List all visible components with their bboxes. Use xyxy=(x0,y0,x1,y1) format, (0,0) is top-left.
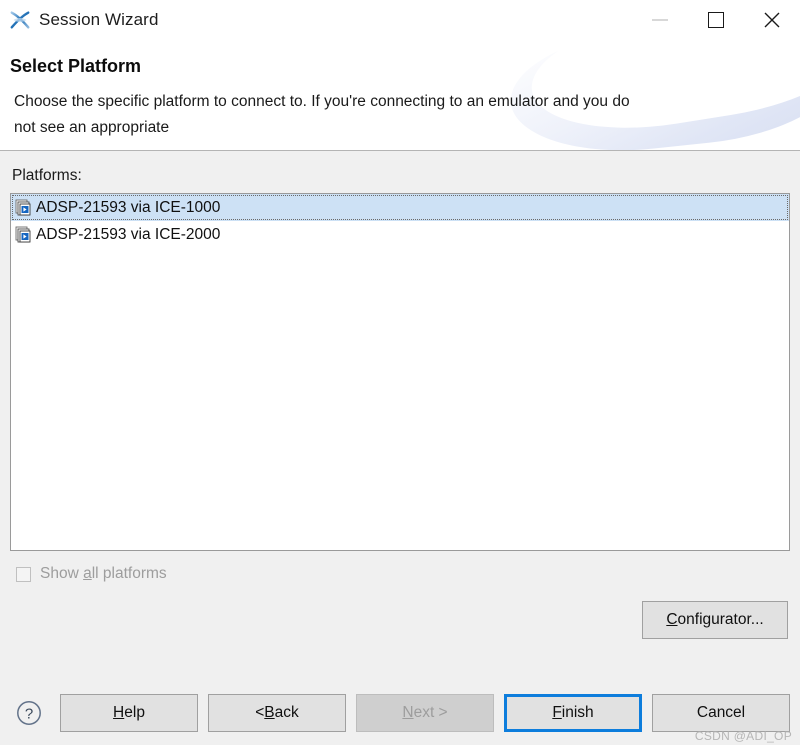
help-mnemonic: H xyxy=(113,704,125,721)
configurator-row: Configurator... xyxy=(10,601,790,639)
configurator-label: onfigurator... xyxy=(677,611,764,628)
platform-icon xyxy=(15,226,31,242)
cancel-label: Cancel xyxy=(696,704,746,721)
title-bar: Session Wizard xyxy=(0,0,800,40)
configurator-mnemonic: C xyxy=(666,611,678,628)
back-mnemonic: B xyxy=(264,704,275,721)
finish-button[interactable]: Finish xyxy=(504,694,642,732)
watermark: CSDN @ADI_OP xyxy=(694,729,792,743)
show-all-platforms-row[interactable]: Show all platforms xyxy=(16,565,790,583)
list-item-label: ADSP-21593 via ICE-1000 xyxy=(36,198,221,216)
window-title: Session Wizard xyxy=(39,10,159,29)
list-item-label: ADSP-21593 via ICE-2000 xyxy=(36,225,221,243)
session-wizard-dialog: Session Wizard Select Platform Choose th… xyxy=(0,0,800,745)
finish-mnemonic: F xyxy=(552,704,562,721)
svg-text:?: ? xyxy=(25,705,33,722)
dialog-footer: ? Help < Back Next > Finish Cancel CSDN … xyxy=(0,681,800,745)
page-description: Choose the specific platform to connect … xyxy=(14,93,630,136)
next-label-after: ext > xyxy=(413,704,448,721)
configurator-button[interactable]: Configurator... xyxy=(642,601,788,639)
next-mnemonic: N xyxy=(402,704,414,721)
minimize-icon xyxy=(652,19,668,21)
show-all-platforms-label: Show all platforms xyxy=(40,565,167,583)
crosscore-x-icon xyxy=(10,11,30,29)
close-button[interactable] xyxy=(744,0,800,40)
back-label-after: ack xyxy=(274,704,299,721)
platforms-label: Platforms: xyxy=(12,167,82,184)
maximize-icon xyxy=(708,12,724,28)
show-all-label-before: Show xyxy=(40,565,84,582)
maximize-button[interactable] xyxy=(688,0,744,40)
close-icon xyxy=(764,12,780,28)
show-all-mnemonic: a xyxy=(83,565,92,582)
minimize-button[interactable] xyxy=(632,0,688,40)
finish-label-after: inish xyxy=(561,704,594,721)
dialog-header: Session Wizard Select Platform Choose th… xyxy=(0,0,800,151)
question-mark-icon[interactable]: ? xyxy=(16,700,42,726)
platform-icon xyxy=(15,199,31,215)
page-title: Select Platform xyxy=(10,56,142,76)
window-controls xyxy=(632,0,800,40)
list-item[interactable]: ADSP-21593 via ICE-2000 xyxy=(11,221,789,248)
dialog-body: Platforms: ADSP-21593 via ICE-1000 ADSP-… xyxy=(0,151,800,681)
next-button: Next > xyxy=(356,694,494,732)
cancel-button[interactable]: Cancel xyxy=(652,694,790,732)
platforms-list[interactable]: ADSP-21593 via ICE-1000 ADSP-21593 via I… xyxy=(10,193,790,551)
list-item[interactable]: ADSP-21593 via ICE-1000 xyxy=(11,194,789,221)
show-all-label-after: ll platforms xyxy=(91,565,167,582)
show-all-platforms-checkbox[interactable] xyxy=(16,566,31,582)
help-button[interactable]: Help xyxy=(60,694,198,732)
back-label-before: < xyxy=(255,704,265,721)
help-label-after: elp xyxy=(124,704,145,721)
back-button[interactable]: < Back xyxy=(208,694,346,732)
